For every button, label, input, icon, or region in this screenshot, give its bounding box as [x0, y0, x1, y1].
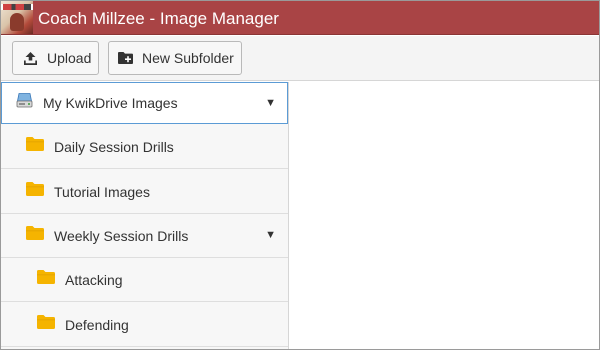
folder-plus-icon [117, 51, 134, 65]
tree-item-label: Daily Session Drills [54, 138, 174, 155]
new-subfolder-button-label: New Subfolder [142, 50, 234, 66]
title-bar: Coach Millzee - Image Manager [1, 1, 599, 35]
tree-item-label: Attacking [65, 271, 123, 288]
tree-item-daily-session-drills[interactable]: Daily Session Drills [1, 125, 288, 169]
tree-item-label: My KwikDrive Images [43, 95, 178, 111]
tree-item-label: Tutorial Images [54, 183, 150, 200]
drive-icon [16, 92, 33, 114]
window-title: Coach Millzee - Image Manager [38, 9, 279, 28]
toolbar: Upload New Subfolder [1, 36, 599, 81]
tree-item-label: Defending [65, 316, 129, 333]
upload-icon [23, 51, 38, 66]
folder-icon [25, 181, 45, 202]
tree-item-tutorial-images[interactable]: Tutorial Images [1, 170, 288, 214]
new-subfolder-button[interactable]: New Subfolder [108, 41, 242, 75]
folder-icon [25, 225, 45, 246]
tree-item-weekly-session-drills[interactable]: Weekly Session Drills ▼ [1, 214, 288, 258]
caret-down-icon[interactable]: ▼ [265, 97, 276, 109]
tree-item-label: Weekly Session Drills [54, 227, 189, 244]
caret-down-icon[interactable]: ▼ [265, 229, 276, 241]
upload-button-label: Upload [47, 50, 92, 66]
folder-icon [36, 269, 56, 290]
folder-icon [36, 314, 56, 335]
tree-item-attacking[interactable]: Attacking [1, 258, 288, 302]
upload-button[interactable]: Upload [12, 41, 99, 75]
team-logo-icon [1, 1, 33, 34]
image-content-area[interactable] [290, 82, 599, 349]
tree-item-defending[interactable]: Defending [1, 303, 288, 347]
folder-tree: My KwikDrive Images ▼ Daily Session Dril… [1, 82, 289, 349]
image-manager-window: Coach Millzee - Image Manager Upload New… [0, 0, 600, 350]
tree-item-my-kwikdrive-images[interactable]: My KwikDrive Images ▼ [1, 82, 288, 124]
folder-icon [25, 136, 45, 157]
